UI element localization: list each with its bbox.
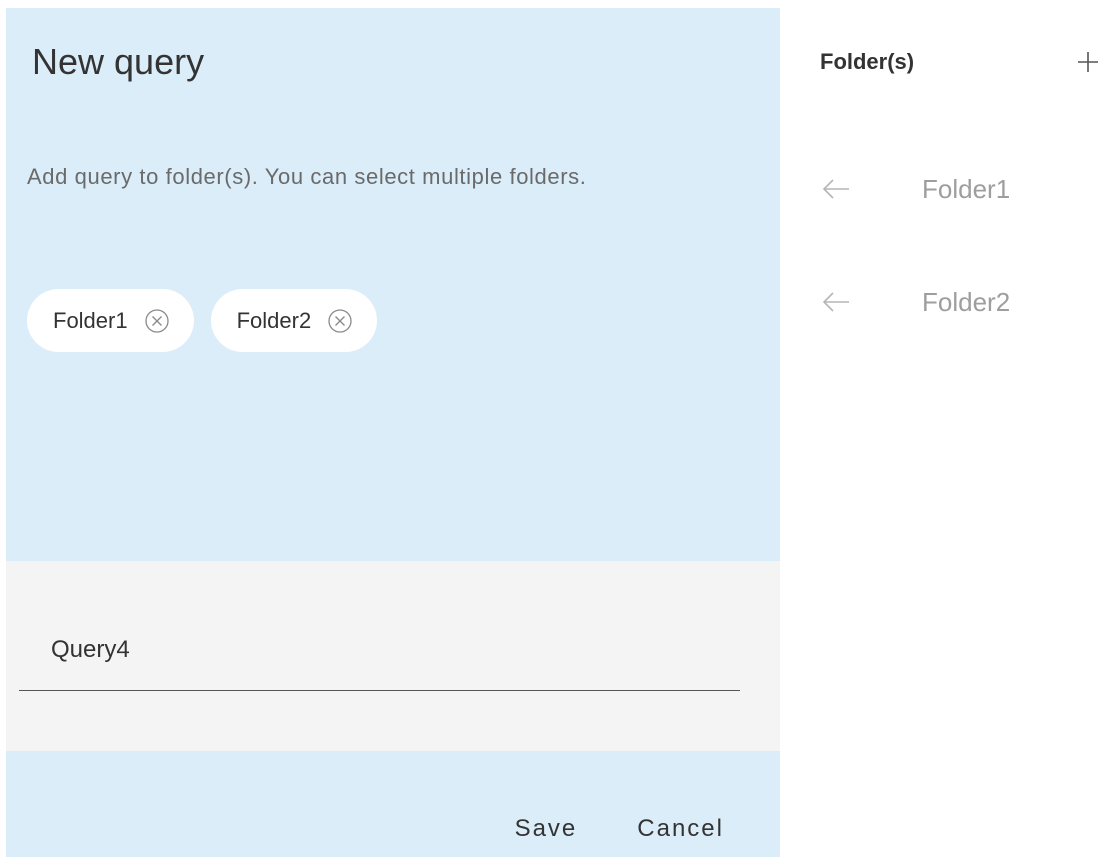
dialog-actions: Save Cancel bbox=[515, 815, 724, 843]
page: New query Add query to folder(s). You ca… bbox=[0, 0, 1107, 857]
folder-hint-text: Add query to folder(s). You can select m… bbox=[27, 164, 587, 189]
folders-heading: Folder(s) bbox=[820, 49, 915, 74]
query-name-section bbox=[6, 561, 780, 751]
folder-chip-label: Folder2 bbox=[236, 307, 312, 333]
folder-chip-label: Folder1 bbox=[53, 307, 128, 333]
folder-chip[interactable]: Folder2 bbox=[210, 289, 378, 352]
page-title: New query bbox=[32, 41, 205, 82]
remove-chip-icon[interactable] bbox=[325, 306, 355, 336]
query-name-input[interactable] bbox=[19, 609, 740, 691]
folders-panel: Folder(s) Folder1 Folder2 bbox=[780, 8, 1107, 857]
plus-icon bbox=[1078, 52, 1098, 72]
folder-list-item-label: Folder2 bbox=[922, 286, 1011, 317]
save-button[interactable]: Save bbox=[515, 815, 578, 843]
folder-list-item[interactable]: Folder1 bbox=[816, 169, 1010, 209]
add-folder-button[interactable] bbox=[1070, 44, 1106, 80]
folder-list-item-label: Folder1 bbox=[922, 173, 1011, 204]
arrow-left-icon bbox=[816, 169, 856, 209]
arrow-left-icon bbox=[816, 282, 856, 322]
new-query-panel: New query Add query to folder(s). You ca… bbox=[6, 8, 780, 857]
selected-folder-chips: Folder1 Folder2 bbox=[27, 289, 378, 352]
remove-chip-icon[interactable] bbox=[142, 306, 172, 336]
folder-list-item[interactable]: Folder2 bbox=[816, 282, 1010, 322]
cancel-button[interactable]: Cancel bbox=[637, 815, 724, 843]
folder-chip[interactable]: Folder1 bbox=[27, 289, 194, 352]
